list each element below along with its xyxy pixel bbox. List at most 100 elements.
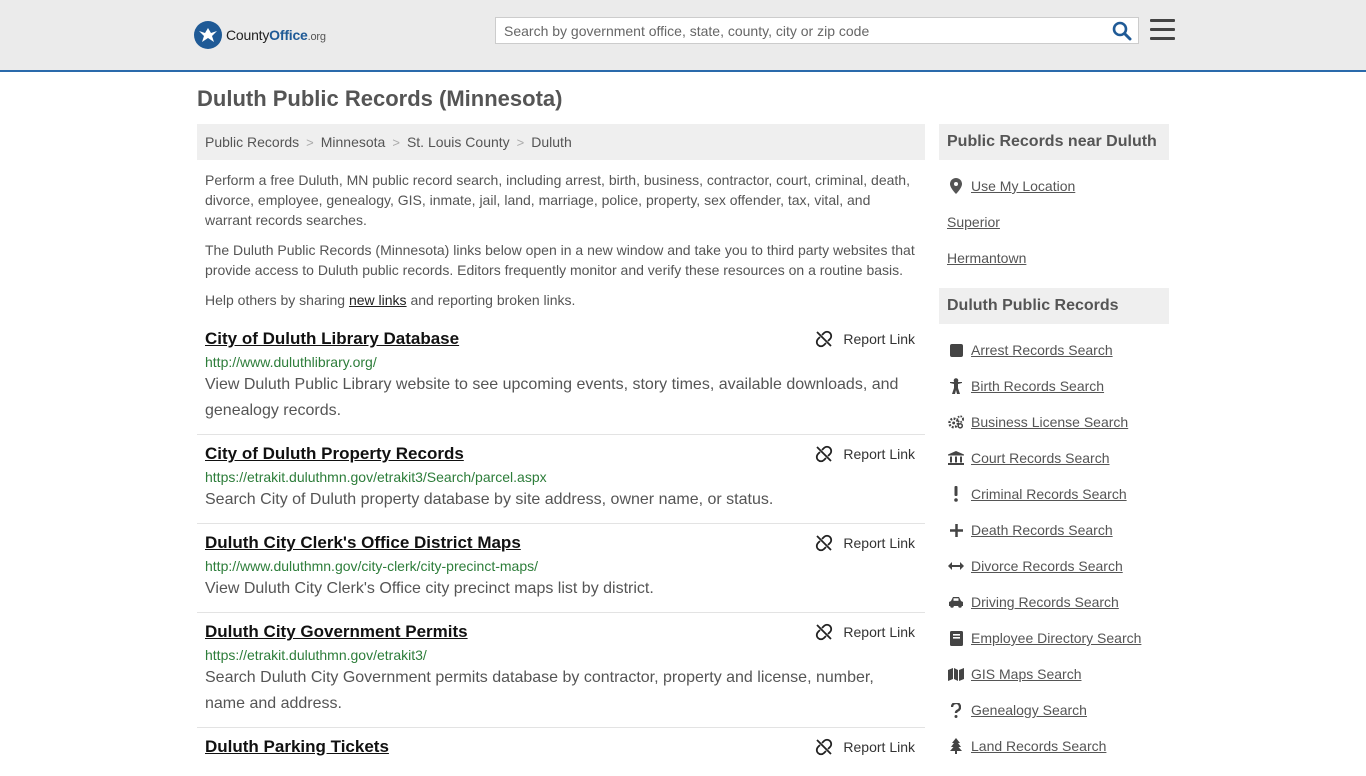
map-marker-icon [948, 178, 964, 194]
nearby-city-link[interactable]: Hermantown [947, 250, 1026, 266]
broken-link-icon [816, 738, 833, 756]
breadcrumb-public-records[interactable]: Public Records [205, 134, 299, 150]
report-link-label: Report Link [843, 535, 915, 551]
intro-paragraph-2: The Duluth Public Records (Minnesota) li… [205, 242, 915, 278]
main-content: Perform a free Duluth, MN public record … [197, 170, 925, 770]
result-description: View Duluth Public Library website to se… [205, 376, 899, 419]
result-item: City of Duluth Property Records https://… [197, 435, 925, 524]
use-my-location-link[interactable]: Use My Location [971, 178, 1075, 194]
result-title-link[interactable]: Duluth Parking Tickets [205, 736, 389, 758]
gears-icon [948, 414, 964, 430]
page-title: Duluth Public Records (Minnesota) [197, 86, 563, 111]
question-icon [948, 702, 964, 718]
list-item: Land Records Search [939, 728, 1169, 764]
logo-county: County [226, 27, 270, 43]
broken-link-icon [816, 623, 833, 641]
report-link-button[interactable]: Report Link [815, 445, 915, 463]
intro: Perform a free Duluth, MN public record … [197, 170, 925, 310]
result-description: Search City of Duluth property database … [205, 491, 774, 508]
report-link-label: Report Link [843, 331, 915, 347]
report-link-label: Report Link [843, 446, 915, 462]
sidebar: Public Records near Duluth Use My Locati… [939, 124, 1169, 776]
court-records-link[interactable]: Court Records Search [971, 450, 1110, 466]
list-item: Driving Records Search [939, 584, 1169, 620]
hamburger-menu-icon[interactable] [1150, 19, 1175, 41]
search-box [495, 17, 1139, 44]
car-icon [948, 594, 964, 610]
arrest-records-link[interactable]: Arrest Records Search [971, 342, 1113, 358]
tree-icon [948, 738, 964, 754]
exclamation-icon [948, 486, 964, 502]
report-link-button[interactable]: Report Link [815, 738, 915, 756]
cross-icon [948, 522, 964, 538]
result-title-link[interactable]: Duluth City Government Permits [205, 621, 468, 643]
nearby-city-link[interactable]: Superior [947, 214, 1000, 230]
intro-text: and reporting broken links. [406, 292, 576, 308]
death-records-link[interactable]: Death Records Search [971, 522, 1113, 538]
report-link-button[interactable]: Report Link [815, 330, 915, 348]
breadcrumb-separator: > [392, 134, 400, 150]
arrows-icon [948, 558, 964, 574]
breadcrumb-minnesota[interactable]: Minnesota [321, 134, 386, 150]
nearby-list: Use My Location Superior Hermantown [939, 160, 1169, 288]
result-url: http://www.duluthmn.gov/city-clerk/city-… [205, 558, 538, 574]
book-icon [948, 630, 964, 646]
genealogy-search-link[interactable]: Genealogy Search [971, 702, 1087, 718]
new-links-link[interactable]: new links [349, 292, 407, 308]
result-title-link[interactable]: City of Duluth Property Records [205, 443, 464, 465]
list-item: Death Records Search [939, 512, 1169, 548]
results-list: City of Duluth Library Database http://w… [197, 320, 925, 770]
result-url: https://etrakit.duluthmn.gov/etrakit3/ [205, 647, 427, 663]
result-item: City of Duluth Library Database http://w… [197, 320, 925, 435]
breadcrumb-duluth[interactable]: Duluth [531, 134, 571, 150]
intro-paragraph-1: Perform a free Duluth, MN public record … [205, 172, 910, 228]
breadcrumb-st-louis-county[interactable]: St. Louis County [407, 134, 510, 150]
list-item: Birth Records Search [939, 368, 1169, 404]
nearby-heading: Public Records near Duluth [939, 124, 1169, 160]
employee-directory-link[interactable]: Employee Directory Search [971, 630, 1141, 646]
list-item: GIS Maps Search [939, 656, 1169, 692]
list-item: Arrest Records Search [939, 332, 1169, 368]
result-title-link[interactable]: City of Duluth Library Database [205, 328, 459, 350]
logo-office: Office [269, 27, 308, 43]
result-item: Duluth City Clerk's Office District Maps… [197, 524, 925, 613]
report-link-label: Report Link [843, 624, 915, 640]
result-title-link[interactable]: Duluth City Clerk's Office District Maps [205, 532, 521, 554]
result-item: Duluth Parking Tickets Report Link [197, 728, 925, 770]
report-link-label: Report Link [843, 739, 915, 755]
search-icon[interactable] [1112, 21, 1132, 41]
logo-text: CountyOffice.org [226, 27, 326, 43]
list-item: Court Records Search [939, 440, 1169, 476]
report-link-button[interactable]: Report Link [815, 623, 915, 641]
records-heading: Duluth Public Records [939, 288, 1169, 324]
list-item: Use My Location [939, 168, 1169, 204]
site-header: CountyOffice.org [0, 0, 1366, 72]
intro-paragraph-3: Help others by sharing new links and rep… [205, 290, 917, 310]
intro-text: Help others by sharing [205, 292, 349, 308]
list-item: Business License Search [939, 404, 1169, 440]
criminal-records-link[interactable]: Criminal Records Search [971, 486, 1127, 502]
site-logo[interactable]: CountyOffice.org [194, 20, 326, 50]
logo-tld: .org [307, 31, 326, 43]
list-item: Genealogy Search [939, 692, 1169, 728]
breadcrumb: Public Records > Minnesota > St. Louis C… [197, 124, 925, 160]
gis-maps-link[interactable]: GIS Maps Search [971, 666, 1082, 682]
list-item: Hermantown [939, 240, 1169, 276]
result-url: http://www.duluthlibrary.org/ [205, 354, 377, 370]
divorce-records-link[interactable]: Divorce Records Search [971, 558, 1123, 574]
list-item: Superior [939, 204, 1169, 240]
list-item: Divorce Records Search [939, 548, 1169, 584]
driving-records-link[interactable]: Driving Records Search [971, 594, 1119, 610]
result-description: View Duluth City Clerk's Office city pre… [205, 580, 654, 597]
result-description: Search Duluth City Government permits da… [205, 669, 874, 712]
result-item: Duluth City Government Permits https://e… [197, 613, 925, 728]
courthouse-icon [948, 450, 964, 466]
report-link-button[interactable]: Report Link [815, 534, 915, 552]
records-list: Arrest Records Search Birth Records Sear… [939, 324, 1169, 776]
business-license-link[interactable]: Business License Search [971, 414, 1128, 430]
list-item: Criminal Records Search [939, 476, 1169, 512]
land-records-link[interactable]: Land Records Search [971, 738, 1106, 754]
birth-records-link[interactable]: Birth Records Search [971, 378, 1104, 394]
search-input[interactable] [496, 18, 1096, 43]
list-item: Employee Directory Search [939, 620, 1169, 656]
